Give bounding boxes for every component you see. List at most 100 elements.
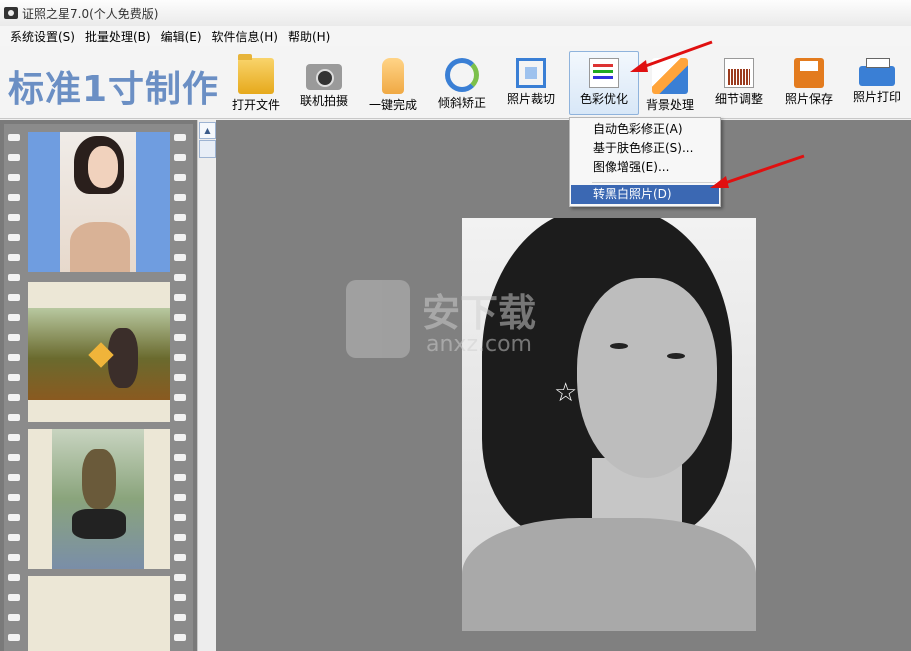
red-arrow-icon — [630, 40, 713, 72]
tool-label: 照片保存 — [784, 92, 833, 106]
tool-label: 联机拍摄 — [299, 94, 348, 108]
tool-label: 倾斜矫正 — [437, 96, 486, 110]
sprocket-hole — [8, 454, 20, 461]
tool-label: 照片打印 — [852, 90, 901, 104]
color-bars-icon — [589, 58, 619, 88]
sprocket-hole — [8, 554, 20, 561]
thumbnail-scrollbar[interactable]: ▲ — [197, 120, 216, 651]
title-bar: 证照之星7.0(个人免费版) — [0, 0, 911, 27]
sprocket-hole — [8, 414, 20, 421]
one-click-complete-button[interactable]: 一键完成 — [359, 52, 427, 114]
printer-icon — [859, 58, 895, 86]
sprocket-hole — [174, 374, 186, 381]
sprocket-hole — [8, 294, 20, 301]
color-optimize-dropdown: 自动色彩修正(A) 基于肤色修正(S)... 图像增强(E)... 转黑白照片(… — [569, 117, 721, 207]
thumbnail-frame[interactable] — [28, 132, 170, 272]
sprocket-hole — [8, 174, 20, 181]
tool-label: 一键完成 — [368, 98, 417, 112]
menu-software-info[interactable]: 软件信息(H) — [207, 28, 283, 45]
photo-save-button[interactable]: 照片保存 — [775, 52, 843, 114]
sprocket-hole — [8, 514, 20, 521]
thumbnail-frame[interactable] — [28, 429, 170, 569]
sprocket-hole — [8, 474, 20, 481]
histogram-icon — [724, 58, 754, 88]
photo-eye — [610, 343, 628, 349]
sprocket-hole — [8, 274, 20, 281]
photo-print-button[interactable]: 照片打印 — [843, 52, 911, 114]
sprocket-hole — [174, 294, 186, 301]
folder-icon — [238, 54, 274, 94]
sprocket-hole — [8, 534, 20, 541]
watermark-sub: anxz.com — [426, 332, 532, 357]
menu-system-settings[interactable]: 系统设置(S) — [0, 28, 80, 45]
tool-label: 打开文件 — [231, 98, 280, 112]
tool-label: 照片裁切 — [506, 92, 555, 106]
sprocket-hole — [8, 234, 20, 241]
portrait-thumbnail — [60, 132, 136, 272]
mode-title: 标准1寸制作 — [8, 69, 220, 110]
star-earring-icon: ☆ — [554, 378, 578, 408]
floppy-icon — [794, 58, 824, 88]
film-strip — [4, 124, 193, 651]
sprocket-hole — [174, 634, 186, 641]
menu-batch-process[interactable]: 批量处理(B) — [80, 28, 156, 45]
sprocket-hole — [174, 614, 186, 621]
photo-crop-button[interactable]: 照片裁切 — [497, 52, 565, 114]
sprocket-hole — [8, 354, 20, 361]
menu-item-enhance[interactable]: 图像增强(E)... — [571, 158, 719, 177]
crop-icon — [516, 58, 546, 88]
sprocket-hole — [174, 234, 186, 241]
photo-workspace: ☆ 安下载 anxz.com — [216, 120, 911, 651]
sprocket-hole — [8, 394, 20, 401]
shield-icon — [346, 280, 410, 358]
tool-label: 细节调整 — [714, 92, 763, 106]
sprocket-hole — [174, 594, 186, 601]
sprocket-hole — [174, 334, 186, 341]
menu-item-black-white[interactable]: 转黑白照片(D) — [571, 185, 719, 204]
photo-shoulders — [462, 518, 756, 631]
sprocket-hole — [174, 534, 186, 541]
menu-bar: 系统设置(S) 批量处理(B) 编辑(E) 软件信息(H) 帮助(H) — [0, 26, 911, 46]
sprocket-hole — [8, 614, 20, 621]
thumbnail-frame-empty[interactable] — [28, 576, 170, 651]
menu-separator — [592, 182, 716, 183]
sprocket-hole — [174, 214, 186, 221]
scroll-up-arrow-icon[interactable]: ▲ — [199, 122, 216, 139]
hand-icon — [382, 58, 404, 94]
sprocket-hole — [8, 214, 20, 221]
camera-icon — [306, 64, 342, 90]
sprocket-hole — [174, 254, 186, 261]
tool-label: 色彩优化 — [579, 92, 628, 106]
sprocket-hole — [174, 134, 186, 141]
sprocket-hole — [174, 414, 186, 421]
sprocket-hole — [8, 434, 20, 441]
sprocket-hole — [174, 314, 186, 321]
online-capture-button[interactable]: 联机拍摄 — [290, 52, 358, 114]
menu-help[interactable]: 帮助(H) — [283, 28, 335, 45]
photo-face — [577, 278, 717, 478]
rotate-icon — [445, 58, 479, 92]
menu-item-skin-color[interactable]: 基于肤色修正(S)... — [571, 139, 719, 158]
sprocket-hole — [174, 354, 186, 361]
sprocket-hole — [8, 154, 20, 161]
sitting-photo-thumbnail — [52, 429, 144, 569]
sprocket-hole — [8, 574, 20, 581]
open-file-button[interactable]: 打开文件 — [222, 52, 290, 114]
menu-edit[interactable]: 编辑(E) — [156, 28, 207, 45]
menu-item-auto-color[interactable]: 自动色彩修正(A) — [571, 120, 719, 139]
sprocket-hole — [174, 554, 186, 561]
sprocket-hole — [8, 254, 20, 261]
sprocket-hole — [174, 174, 186, 181]
tool-label: 背景处理 — [645, 98, 694, 112]
tilt-correction-button[interactable]: 倾斜矫正 — [428, 52, 496, 114]
photo-eye — [667, 353, 685, 359]
sprocket-hole — [174, 514, 186, 521]
scroll-thumb[interactable] — [199, 140, 216, 158]
sprocket-hole — [174, 474, 186, 481]
sprocket-hole — [174, 154, 186, 161]
sprocket-hole — [174, 194, 186, 201]
sprocket-hole — [8, 134, 20, 141]
toolbar: 标准1寸制作 打开文件 联机拍摄 一键完成 倾斜矫正 照片裁切 色彩优化 背景处… — [0, 46, 911, 119]
thumbnail-frame[interactable] — [28, 282, 170, 422]
sprocket-hole — [174, 394, 186, 401]
